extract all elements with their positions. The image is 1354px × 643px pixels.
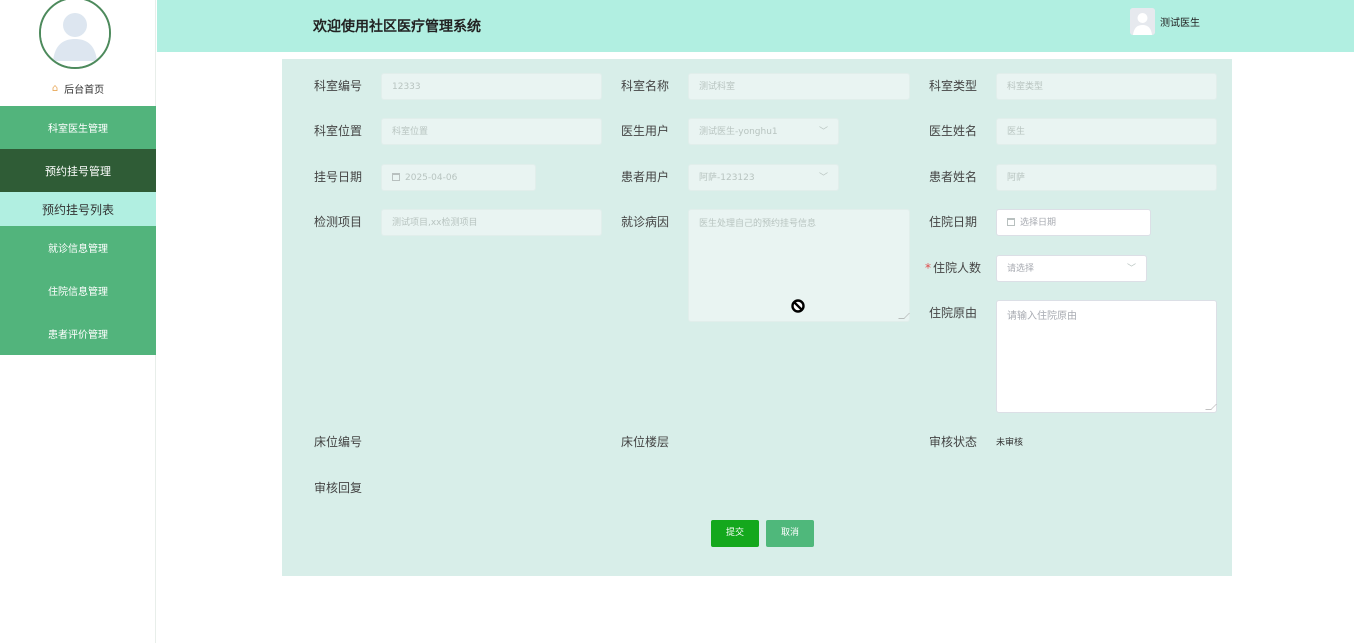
- bed-floor-label: 床位楼层: [621, 435, 670, 449]
- dept-type-placeholder: 科室类型: [1007, 82, 1044, 92]
- sidebar-item-hospital[interactable]: 住院信息管理: [0, 269, 156, 312]
- sidebar-item-label: 预约挂号列表: [41, 202, 114, 217]
- admit-count-label-text: 住院人数: [933, 261, 982, 275]
- required-mark: *: [925, 261, 931, 275]
- admit-count-placeholder: 请选择: [1007, 264, 1035, 274]
- calendar-icon: [392, 173, 400, 181]
- sidebar-item-dept-doctor[interactable]: 科室医生管理: [0, 106, 156, 149]
- doctor-user-value: 测试医生-yonghu1: [699, 127, 778, 137]
- admit-date-picker[interactable]: 选择日期: [996, 209, 1151, 236]
- top-header: 欢迎使用社区医疗管理系统 测试医生: [157, 0, 1354, 52]
- sidebar-item-visit[interactable]: 就诊信息管理: [0, 226, 156, 269]
- reg-date-label: 挂号日期: [314, 170, 363, 184]
- test-items-label: 检测项目: [314, 215, 363, 229]
- dept-name-field[interactable]: 测试科室: [688, 73, 910, 100]
- dept-type-field[interactable]: 科室类型: [996, 73, 1217, 100]
- user-avatar: [1130, 8, 1155, 35]
- sidebar-home-link[interactable]: ⌂ 后台首页: [0, 78, 156, 98]
- patient-name-label: 患者姓名: [929, 170, 978, 184]
- calendar-icon: [1007, 218, 1015, 226]
- doctor-user-label: 医生用户: [621, 124, 670, 138]
- admin-avatar: [39, 0, 111, 69]
- sidebar-item-label: 患者评价管理: [48, 330, 108, 341]
- patient-user-select[interactable]: 阿萨-123123 ﹀: [688, 164, 839, 191]
- patient-name-value: 阿萨: [1007, 173, 1026, 183]
- test-items-value: 测试项目,xx检测项目: [392, 218, 478, 228]
- doctor-user-select[interactable]: 测试医生-yonghu1 ﹀: [688, 118, 839, 145]
- bed-no-label: 床位编号: [314, 435, 363, 449]
- admit-reason-label: 住院原由: [929, 306, 978, 320]
- dept-name-value: 测试科室: [699, 82, 736, 92]
- doctor-name-label: 医生姓名: [929, 124, 978, 138]
- reg-date-picker[interactable]: 2025-04-06: [381, 164, 536, 191]
- diagnosis-label: 就诊病因: [621, 215, 670, 229]
- dept-location-placeholder: 科室位置: [392, 127, 429, 137]
- patient-user-value: 阿萨-123123: [699, 173, 755, 183]
- dept-no-field[interactable]: 12333: [381, 73, 602, 100]
- dept-location-field[interactable]: 科室位置: [381, 118, 602, 145]
- dept-location-label: 科室位置: [314, 124, 363, 138]
- chevron-down-icon: ﹀: [818, 127, 828, 137]
- user-silhouette-icon: [1130, 8, 1155, 35]
- cancel-button[interactable]: 取消: [766, 520, 814, 547]
- sidebar-subitem-appointment-list[interactable]: 预约挂号列表: [0, 192, 156, 226]
- page-title: 欢迎使用社区医疗管理系统: [313, 19, 481, 35]
- admit-reason-textarea[interactable]: 请输入住院原由: [996, 300, 1217, 413]
- admit-count-label: * 住院人数: [925, 255, 981, 282]
- sidebar-item-appointment[interactable]: 预约挂号管理: [0, 149, 156, 192]
- patient-name-field[interactable]: 阿萨: [996, 164, 1217, 191]
- admit-date-label: 住院日期: [929, 215, 978, 229]
- patient-user-label: 患者用户: [621, 170, 670, 184]
- sidebar-item-label: 就诊信息管理: [48, 244, 108, 255]
- dept-no-label: 科室编号: [314, 79, 363, 93]
- test-items-field[interactable]: 测试项目,xx检测项目: [381, 209, 602, 236]
- admit-date-placeholder: 选择日期: [1020, 218, 1057, 228]
- user-silhouette-icon: [41, 0, 109, 67]
- dept-name-label: 科室名称: [621, 79, 670, 93]
- doctor-name-field[interactable]: 医生: [996, 118, 1217, 145]
- sidebar-menu: 科室医生管理 预约挂号管理 预约挂号列表 就诊信息管理 住院信息管理 患者评价管…: [0, 106, 156, 355]
- sidebar-item-label: 住院信息管理: [48, 287, 108, 298]
- diagnosis-value: 医生处理自己的预约挂号信息: [699, 219, 817, 229]
- reg-date-value: 2025-04-06: [405, 173, 458, 183]
- review-reply-label: 审核回复: [314, 481, 363, 495]
- user-menu[interactable]: 测试医生: [1130, 8, 1200, 35]
- chevron-down-icon: ﹀: [818, 173, 828, 183]
- sidebar-home-label: 后台首页: [64, 84, 105, 96]
- review-status-label: 审核状态: [929, 435, 978, 449]
- dept-no-value: 12333: [392, 82, 421, 92]
- sidebar-item-review[interactable]: 患者评价管理: [0, 312, 156, 355]
- sidebar-item-label: 科室医生管理: [48, 124, 108, 135]
- chevron-down-icon: ﹀: [1126, 264, 1136, 274]
- dept-type-label: 科室类型: [929, 79, 978, 93]
- sidebar-item-label: 预约挂号管理: [45, 164, 111, 178]
- doctor-name-value: 医生: [1007, 127, 1026, 137]
- resize-handle-icon[interactable]: [898, 313, 910, 319]
- hospital-form-panel: 科室编号 12333 科室名称 测试科室 科室类型 科室类型 科室位置 科室位置…: [282, 59, 1232, 576]
- review-status-value: 未审核: [996, 438, 1024, 448]
- user-name: 测试医生: [1160, 18, 1200, 29]
- resize-handle-icon[interactable]: [1205, 404, 1217, 410]
- sidebar: ⌂ 后台首页 科室医生管理 预约挂号管理 预约挂号列表 就诊信息管理 住院信息管…: [0, 0, 156, 643]
- submit-button[interactable]: 提交: [711, 520, 759, 547]
- home-icon: ⌂: [51, 82, 59, 94]
- admit-reason-placeholder: 请输入住院原由: [1007, 311, 1077, 322]
- admit-count-select[interactable]: 请选择 ﹀: [996, 255, 1147, 282]
- not-allowed-cursor-icon: [791, 299, 805, 313]
